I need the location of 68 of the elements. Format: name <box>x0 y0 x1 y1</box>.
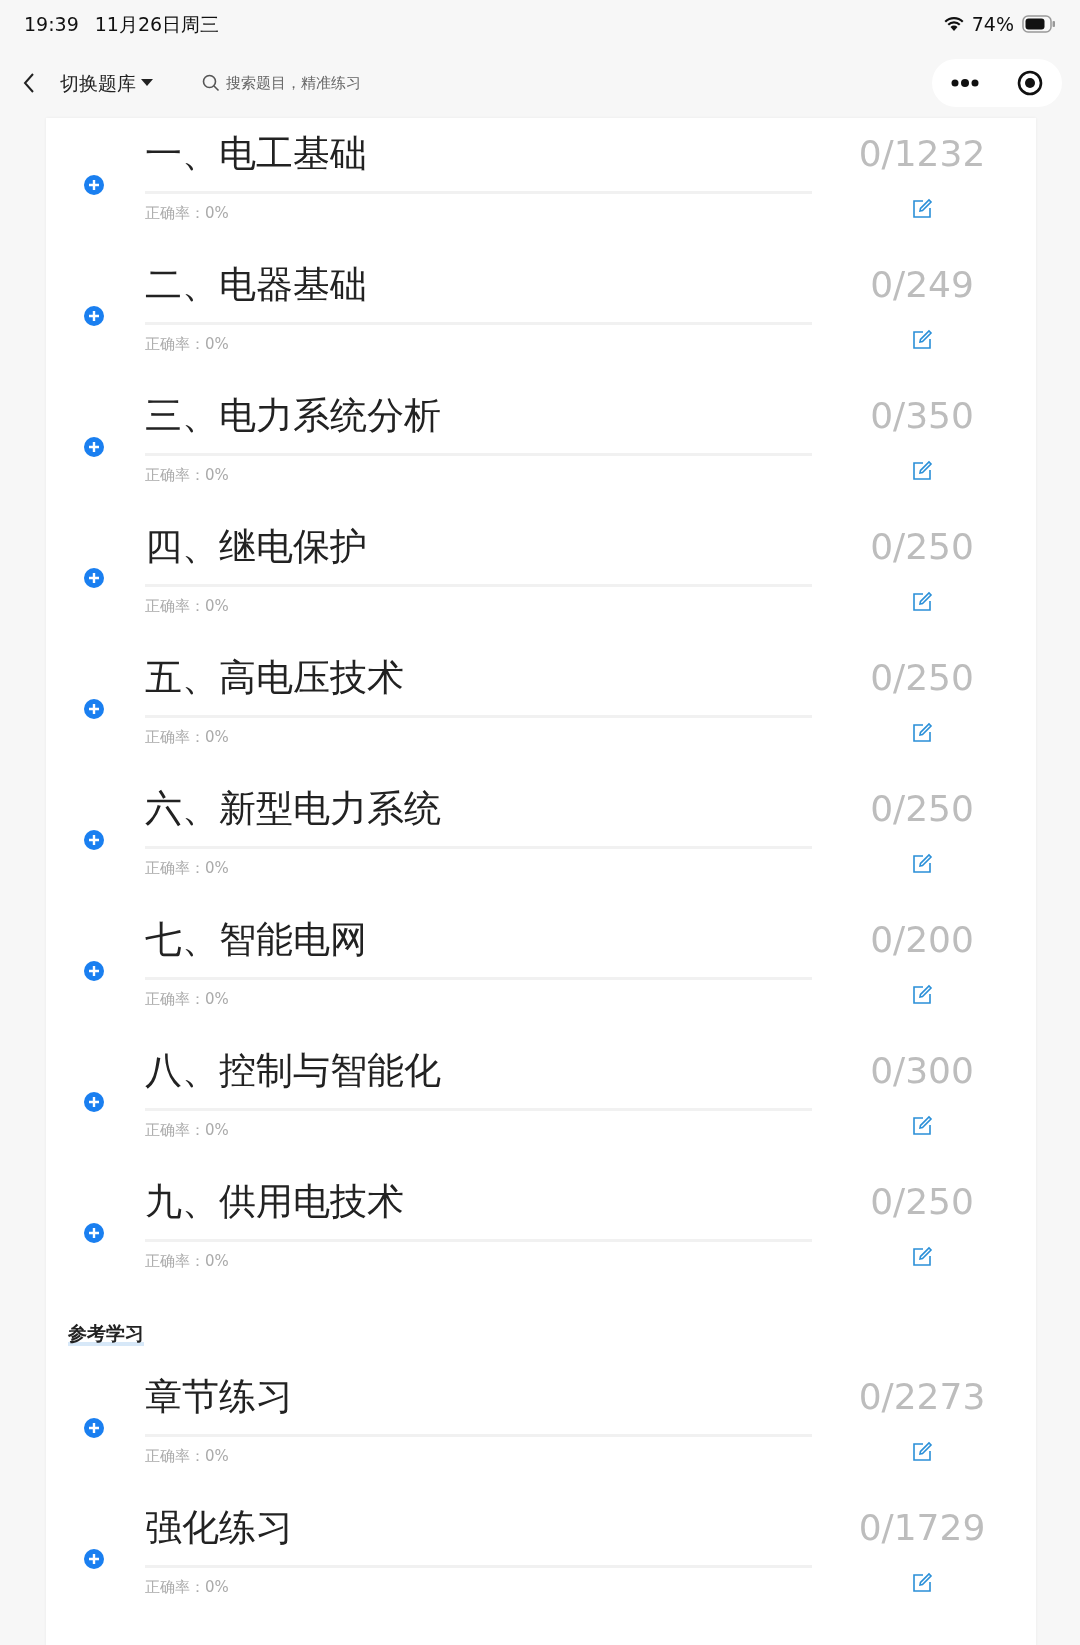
chapter-title[interactable]: 二、电器基础 <box>145 263 367 306</box>
edit-icon[interactable] <box>911 329 933 351</box>
battery-text: 74% <box>971 11 1014 37</box>
chapter-title[interactable]: 三、电力系统分析 <box>145 394 441 437</box>
progress-count: 0/1232 <box>858 133 986 174</box>
progress-count: 0/250 <box>870 788 974 829</box>
edit-icon[interactable] <box>911 984 933 1006</box>
plus-icon[interactable] <box>83 1417 105 1439</box>
chapter-title[interactable]: 六、新型电力系统 <box>145 787 441 830</box>
plus-icon[interactable] <box>83 436 105 458</box>
plus-icon[interactable] <box>83 1222 105 1244</box>
accuracy-text: 正确率：0% <box>145 597 229 615</box>
chapter-title[interactable]: 一、电工基础 <box>145 132 367 175</box>
plus-icon[interactable] <box>83 1548 105 1570</box>
accuracy-text: 正确率：0% <box>145 1447 229 1465</box>
chapter-title[interactable]: 七、智能电网 <box>145 918 367 961</box>
more-icon[interactable] <box>951 79 979 87</box>
edit-icon[interactable] <box>911 460 933 482</box>
progress-count: 0/300 <box>870 1050 974 1091</box>
progress-count: 0/200 <box>870 919 974 960</box>
plus-icon[interactable] <box>83 1091 105 1113</box>
switch-bank-dropdown[interactable]: 切换题库 <box>60 68 154 98</box>
chapter-title[interactable]: 章节练习 <box>145 1375 293 1418</box>
edit-icon[interactable] <box>911 1441 933 1463</box>
progress-count: 0/350 <box>870 395 974 436</box>
wifi-icon <box>943 16 964 32</box>
accuracy-text: 正确率：0% <box>145 466 229 484</box>
search-icon <box>202 74 220 92</box>
date-text: 11月26日周三 <box>94 11 220 37</box>
progress-count: 0/1729 <box>858 1507 986 1548</box>
accuracy-text: 正确率：0% <box>145 1121 229 1139</box>
edit-icon[interactable] <box>911 1572 933 1594</box>
chapter-title[interactable]: 四、继电保护 <box>145 525 367 568</box>
plus-icon[interactable] <box>83 960 105 982</box>
accuracy-text: 正确率：0% <box>145 990 229 1008</box>
accuracy-text: 正确率：0% <box>145 859 229 877</box>
edit-icon[interactable] <box>911 591 933 613</box>
back-icon[interactable] <box>22 71 36 95</box>
battery-icon <box>1022 15 1056 33</box>
progress-count: 0/250 <box>870 1181 974 1222</box>
target-icon[interactable] <box>1017 70 1043 96</box>
plus-icon[interactable] <box>83 698 105 720</box>
chapter-title[interactable]: 强化练习 <box>145 1506 293 1549</box>
plus-icon[interactable] <box>83 305 105 327</box>
progress-count: 0/249 <box>870 264 974 305</box>
plus-icon[interactable] <box>83 567 105 589</box>
progress-count: 0/250 <box>870 657 974 698</box>
accuracy-text: 正确率：0% <box>145 204 229 222</box>
accuracy-text: 正确率：0% <box>145 1578 229 1596</box>
edit-icon[interactable] <box>911 198 933 220</box>
plus-icon[interactable] <box>83 174 105 196</box>
edit-icon[interactable] <box>911 853 933 875</box>
progress-count: 0/250 <box>870 526 974 567</box>
edit-icon[interactable] <box>911 1246 933 1268</box>
plus-icon[interactable] <box>83 829 105 851</box>
edit-icon[interactable] <box>911 1115 933 1137</box>
accuracy-text: 正确率：0% <box>145 728 229 746</box>
caret-icon <box>140 78 154 88</box>
chapter-title[interactable]: 五、高电压技术 <box>145 656 404 699</box>
search-field[interactable]: 搜索题目，精准练习 <box>224 70 444 96</box>
chapter-title[interactable]: 八、控制与智能化 <box>145 1049 441 1092</box>
chapter-title[interactable]: 九、供用电技术 <box>145 1180 404 1223</box>
progress-count: 0/2273 <box>858 1376 986 1417</box>
accuracy-text: 正确率：0% <box>145 335 229 353</box>
section-heading: 参考学习 <box>68 1322 144 1346</box>
edit-icon[interactable] <box>911 722 933 744</box>
accuracy-text: 正确率：0% <box>145 1252 229 1270</box>
time-text: 19:39 <box>24 11 79 37</box>
